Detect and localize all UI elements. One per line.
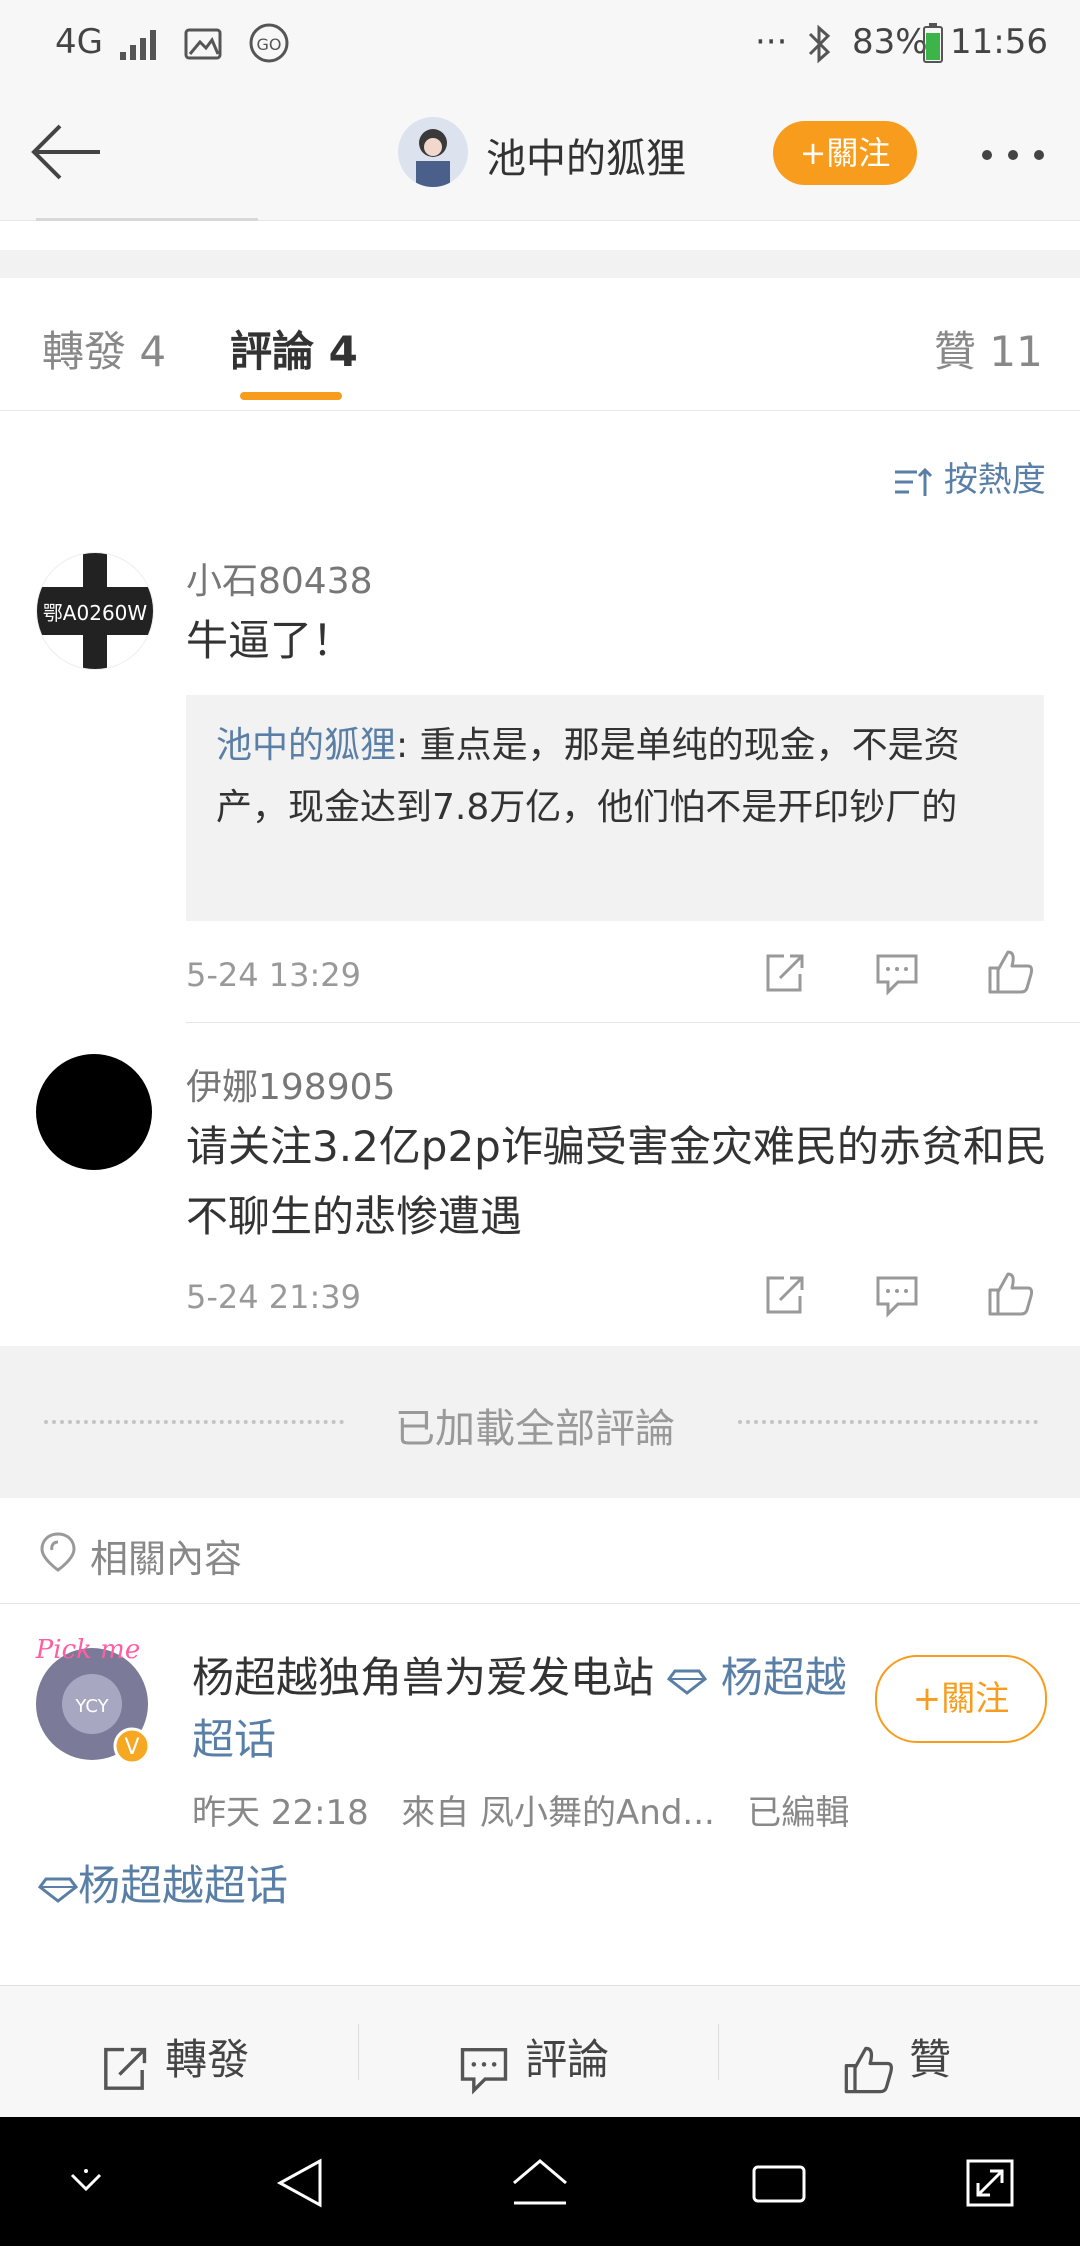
home-icon[interactable] [510, 2157, 570, 2209]
sort-icon [895, 467, 933, 496]
back-triangle-icon[interactable] [274, 2157, 326, 2209]
repost-label: 轉發 [165, 2035, 250, 2084]
bottom-action-bar: 轉發 評論 贊 [0, 1985, 1080, 2118]
diamond-icon [37, 1877, 79, 1903]
like-button[interactable]: 贊 [842, 2026, 951, 2096]
svg-text:YCY: YCY [74, 1696, 109, 1717]
go-icon: GO [249, 23, 289, 63]
page-title: 池中的狐狸 [486, 136, 686, 182]
comment-text: 牛逼了！ [186, 616, 355, 665]
post-source: 來自 凤小舞的And... [401, 1793, 715, 1833]
back-arrow-icon[interactable] [28, 122, 104, 182]
tab-bar: 轉發 4 評論 4 贊 11 [0, 278, 1080, 411]
like-icon[interactable] [986, 1270, 1034, 1318]
like-icon[interactable] [986, 948, 1034, 996]
post-author[interactable]: 杨超越独角兽为爱发电站 [192, 1653, 654, 1702]
comment-text: 请关注3.2亿p2p诈骗受害金灾难民的赤贫和民不聊生的悲惨遭遇 [186, 1122, 1047, 1241]
section-divider [0, 1603, 1080, 1604]
network-indicator: 4G [55, 22, 103, 62]
topic-link-label: 杨超越超话 [78, 1861, 289, 1910]
top-navigation-bar: 池中的狐狸 +關注 [0, 90, 1080, 221]
author-avatar[interactable] [398, 117, 468, 187]
end-of-comments-band: 已加載全部評論 [0, 1346, 1080, 1498]
like-label: 贊 [909, 2035, 952, 2084]
system-navigation-bar [0, 2117, 1080, 2246]
clock: 11:56 [950, 22, 1048, 62]
image-icon [184, 28, 222, 60]
toolbar-divider [358, 2024, 359, 2080]
all-comments-loaded: 已加載全部評論 [395, 1406, 675, 1452]
related-post-header: 杨超越独角兽为爱发电站 杨超越超话 [192, 1647, 852, 1771]
battery-percent: 83% [852, 22, 928, 62]
comment-timestamp: 5-24 13:29 [186, 956, 362, 994]
toolbar-divider [718, 2024, 719, 2080]
signal-icon [120, 30, 156, 60]
expand-icon[interactable] [964, 2157, 1016, 2209]
share-icon[interactable] [762, 952, 806, 996]
share-icon[interactable] [762, 1274, 806, 1318]
comment-timestamp: 5-24 21:39 [186, 1278, 362, 1316]
repost-button[interactable]: 轉發 [98, 2026, 249, 2095]
like-icon [844, 2046, 893, 2093]
bluetooth-icon [808, 24, 831, 64]
comment-icon [460, 2047, 508, 2094]
section-gap [0, 250, 1080, 278]
tab-comments[interactable]: 評論 4 [230, 318, 358, 379]
sort-label: 按熱度 [943, 460, 1046, 500]
header-shadow [36, 218, 258, 221]
comment-label: 評論 [525, 2035, 610, 2084]
comment-button[interactable]: 評論 [458, 2026, 609, 2095]
svg-text:Pick me: Pick me [35, 1635, 140, 1665]
post-avatar[interactable]: YCY Pick me V [30, 1628, 160, 1768]
post-edited: 已編輯 [747, 1793, 850, 1833]
reply-icon[interactable] [874, 952, 920, 996]
follow-button[interactable]: +關注 [773, 121, 917, 185]
comment-username[interactable]: 小石80438 [186, 552, 373, 604]
quoted-post-body: 池中的狐狸: 重点是，那是单纯的现金，不是资产，现金达到7.8万亿，他们怕不是开… [186, 695, 1044, 859]
chevron-down-icon[interactable] [64, 2163, 108, 2199]
comment-avatar[interactable] [36, 1054, 152, 1170]
quoted-post[interactable]: 池中的狐狸: 重点是，那是单纯的现金，不是资产，现金达到7.8万亿，他们怕不是开… [186, 695, 1044, 921]
tab-likes[interactable]: 贊 11 [934, 318, 1043, 379]
divider-dots-right [738, 1420, 1038, 1424]
recent-apps-icon[interactable] [750, 2159, 808, 2207]
status-bar: 4G GO ··· 83% 11:56 [0, 0, 1080, 90]
svg-text:GO: GO [257, 35, 282, 54]
share-icon [104, 2047, 147, 2090]
active-tab-indicator [240, 392, 342, 400]
related-section-title: 相關內容 [90, 1537, 243, 1581]
battery-icon [923, 23, 943, 63]
comment-username[interactable]: 伊娜198905 [186, 1058, 395, 1110]
status-dots: ··· [755, 22, 788, 62]
follow-button[interactable]: +關注 [875, 1655, 1047, 1743]
comment-avatar[interactable]: 鄂A0260W [36, 552, 154, 670]
comment-divider [186, 1022, 1080, 1023]
related-icon [40, 1532, 76, 1572]
avatar-plate-text: 鄂A0260W [43, 601, 148, 625]
tab-repost[interactable]: 轉發 4 [42, 318, 166, 379]
divider-dots-left [44, 1420, 344, 1424]
sort-toggle[interactable]: 按熱度 [893, 452, 1046, 501]
reply-icon[interactable] [874, 1274, 920, 1318]
svg-text:V: V [124, 1735, 139, 1760]
diamond-icon [667, 1669, 708, 1695]
more-options-icon[interactable] [978, 140, 1048, 170]
post-time: 昨天 22:18 [192, 1793, 369, 1833]
quoted-author[interactable]: 池中的狐狸 [216, 725, 396, 766]
post-meta: 昨天 22:18 來自 凤小舞的And... 已編輯 [192, 1785, 849, 1834]
topic-link[interactable]: 杨超越超话 [37, 1852, 289, 1913]
